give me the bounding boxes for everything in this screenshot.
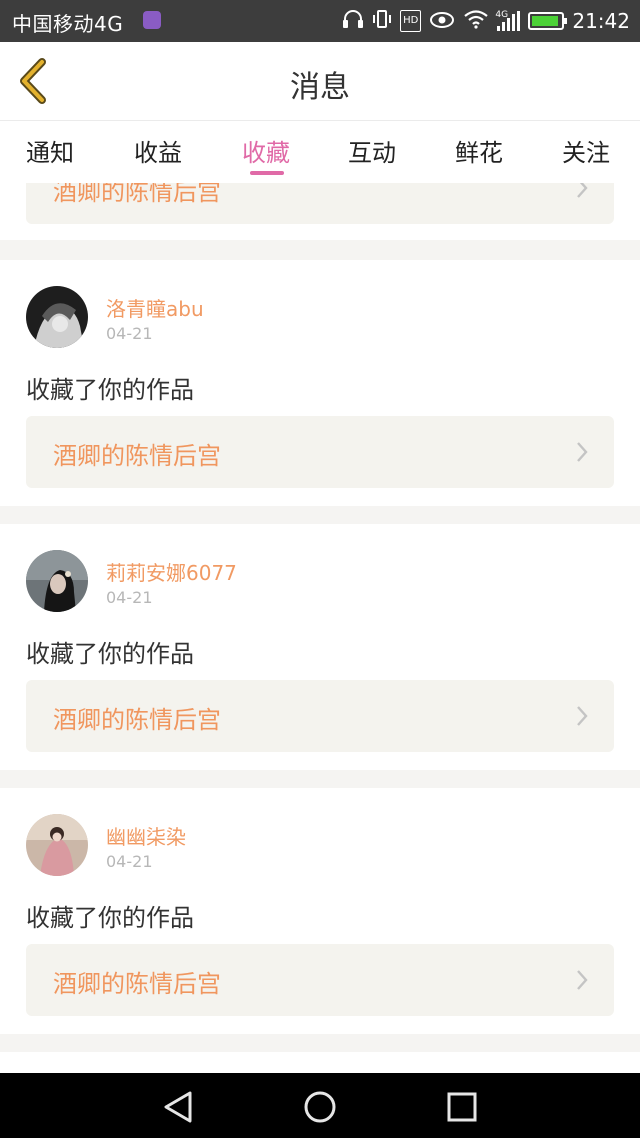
tab-favorites[interactable]: 收藏: [242, 133, 290, 168]
tab-bar: 通知 收益 收藏 互动 鲜花 关注: [0, 121, 640, 183]
notification-card: 洛青瞳abu 04-21 收藏了你的作品 酒卿的陈情后宫: [0, 260, 640, 506]
wifi-icon: [463, 9, 489, 34]
notification-date: 04-21: [106, 324, 153, 343]
chevron-right-icon: [577, 442, 588, 462]
notification-action-text: 收藏了你的作品: [26, 640, 194, 668]
home-circle-icon[interactable]: [300, 1087, 340, 1127]
work-title: 酒卿的陈情后宫: [53, 706, 221, 734]
clock-label: 21:42: [572, 9, 630, 33]
chevron-right-icon: [577, 706, 588, 726]
network-type-label: 4G: [495, 10, 509, 20]
status-bar: 中国移动4G HD 4G 21:42: [0, 0, 640, 42]
work-title: 酒卿的陈情后宫: [53, 442, 221, 470]
tab-interactions[interactable]: 互动: [348, 133, 396, 168]
notification-action-text: 收藏了你的作品: [26, 904, 194, 932]
page-title: 消息: [290, 70, 350, 105]
notification-date: 04-21: [106, 588, 153, 607]
system-navigation-bar: [0, 1073, 640, 1138]
hd-voice-icon: HD: [400, 10, 422, 32]
vibrate-icon: [372, 9, 392, 34]
recent-apps-square-icon[interactable]: [442, 1087, 482, 1127]
battery-icon: [528, 12, 568, 30]
tab-earnings[interactable]: 收益: [134, 133, 182, 168]
username-link[interactable]: 洛青瞳abu: [106, 293, 204, 322]
tab-flowers[interactable]: 鲜花: [455, 133, 503, 168]
signal-icon: 4G: [495, 10, 521, 31]
top-app-bar: 消息: [0, 42, 640, 121]
avatar[interactable]: [26, 550, 88, 612]
username-link[interactable]: 莉莉安娜6077: [106, 557, 237, 586]
notification-date: 04-21: [106, 852, 153, 871]
avatar[interactable]: [26, 286, 88, 348]
username-link[interactable]: 幽幽柒染: [106, 821, 186, 850]
work-link[interactable]: 酒卿的陈情后宫: [26, 416, 614, 488]
tab-follows[interactable]: 关注: [562, 133, 610, 168]
notification-card: 莉莉安娜6077 04-21 收藏了你的作品 酒卿的陈情后宫: [0, 524, 640, 770]
work-title: 酒卿的陈情后宫: [53, 183, 221, 206]
work-link[interactable]: 酒卿的陈情后宫: [26, 680, 614, 752]
avatar[interactable]: [26, 814, 88, 876]
headphones-icon: [342, 9, 364, 34]
back-triangle-icon[interactable]: [158, 1087, 198, 1127]
work-title: 酒卿的陈情后宫: [53, 970, 221, 998]
chevron-right-icon: [577, 970, 588, 990]
active-tab-indicator: [250, 171, 284, 175]
notification-card: [0, 1052, 640, 1073]
notification-action-text: 收藏了你的作品: [26, 376, 194, 404]
work-link[interactable]: 酒卿的陈情后宫: [26, 944, 614, 1016]
chevron-right-icon: [577, 183, 588, 198]
notification-card: 酒卿的陈情后宫: [0, 183, 640, 240]
eye-icon: [429, 9, 455, 34]
notification-card: 幽幽柒染 04-21 收藏了你的作品 酒卿的陈情后宫: [0, 788, 640, 1034]
tab-notifications[interactable]: 通知: [26, 133, 74, 168]
work-link[interactable]: 酒卿的陈情后宫: [26, 183, 614, 224]
carrier-label: 中国移动4G: [12, 12, 124, 36]
gallery-notification-icon: [143, 11, 161, 29]
favorites-feed[interactable]: 酒卿的陈情后宫 洛青瞳abu 04-21 收藏了你的作品 酒卿的陈情后宫 莉莉安…: [0, 183, 640, 1073]
